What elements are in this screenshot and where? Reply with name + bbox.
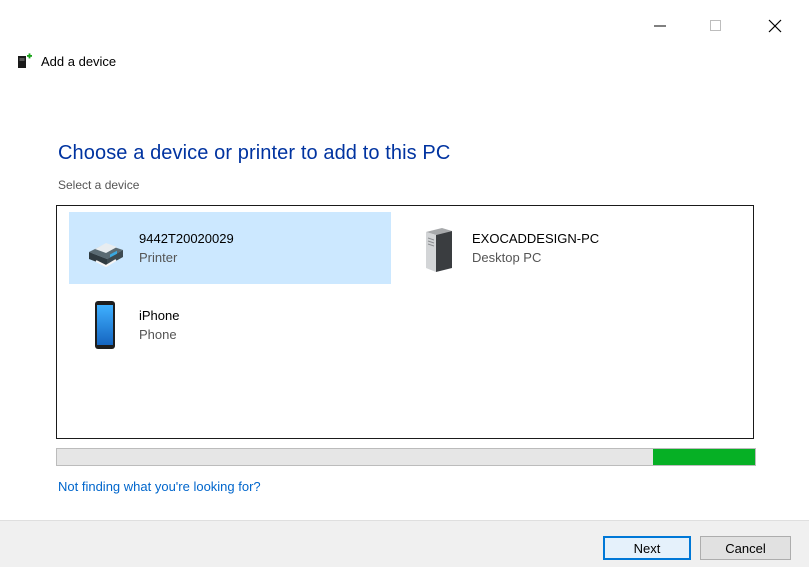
device-type: Printer — [139, 250, 178, 265]
device-name: 9442T20020029 — [139, 231, 234, 246]
window-title-text: Add a device — [41, 53, 117, 69]
close-button[interactable] — [752, 10, 798, 40]
add-device-icon — [18, 53, 32, 68]
device-item-printer[interactable]: 9442T20020029 Printer — [69, 212, 391, 284]
next-button[interactable]: Next — [603, 536, 691, 560]
phone-icon — [95, 301, 115, 349]
page-subtitle: Select a device — [58, 178, 140, 192]
printer-icon — [89, 243, 123, 268]
window-title: Add a device — [17, 52, 116, 70]
desktop-pc-icon — [426, 228, 452, 272]
device-type: Desktop PC — [472, 250, 542, 265]
device-list[interactable]: 9442T20020029 Printer EXOCADDESIGN-PC De… — [56, 205, 754, 439]
device-type: Phone — [139, 327, 177, 342]
maximize-button[interactable] — [693, 10, 739, 40]
page-title: Choose a device or printer to add to thi… — [58, 142, 451, 164]
cancel-button[interactable]: Cancel — [700, 536, 791, 560]
device-name: iPhone — [139, 308, 180, 323]
maximize-icon — [710, 20, 721, 31]
dialog-footer: Next Cancel — [0, 520, 809, 567]
not-finding-device-link[interactable]: Not finding what you're looking for? — [58, 479, 261, 494]
device-name: EXOCADDESIGN-PC — [472, 231, 600, 246]
device-item-desktop-pc[interactable]: EXOCADDESIGN-PC Desktop PC — [402, 212, 724, 284]
progress-fill — [653, 449, 755, 465]
minimize-button[interactable] — [637, 10, 683, 40]
close-icon — [768, 19, 782, 33]
device-item-phone[interactable]: iPhone Phone — [69, 289, 391, 361]
minimize-icon — [654, 25, 666, 27]
search-progress-bar — [56, 448, 756, 466]
